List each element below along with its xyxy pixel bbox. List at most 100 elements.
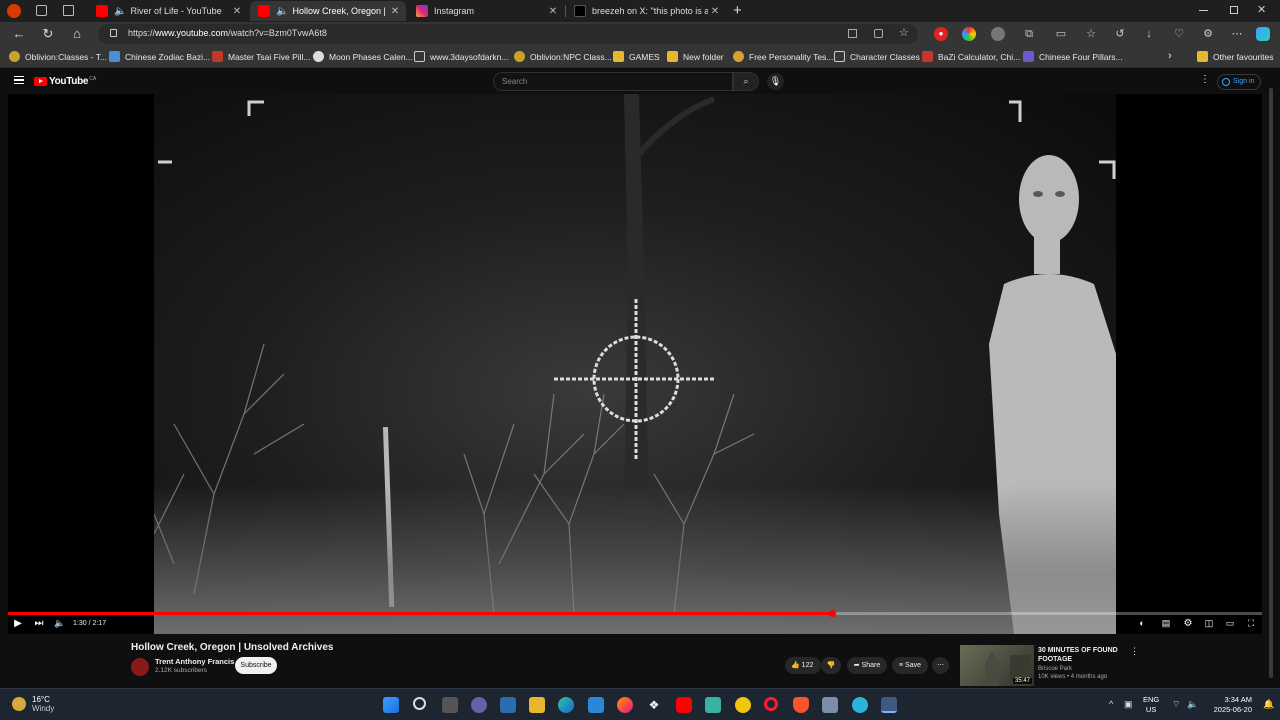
minimize-icon[interactable] (1199, 10, 1208, 11)
volume-icon[interactable]: 🔈 (53, 618, 67, 629)
miniplayer-icon[interactable]: ◫ (1202, 618, 1216, 629)
read-aloud-icon[interactable] (874, 29, 883, 38)
split-screen-icon[interactable]: ▭ (1054, 27, 1068, 41)
search-icon[interactable] (413, 697, 426, 710)
extension-grey-icon[interactable] (991, 27, 1005, 41)
sign-in-button[interactable]: Sign in (1217, 74, 1262, 90)
voice-search-mic-icon[interactable]: 🎙 (767, 73, 784, 90)
start-windows-icon[interactable] (383, 697, 399, 713)
bookmark-four-pillars[interactable]: Chinese Four Pillars... (1023, 51, 1123, 62)
downloads-icon[interactable]: ↓ (1142, 27, 1156, 41)
brave-browser-icon[interactable] (793, 697, 809, 713)
extensions-puzzle-icon[interactable]: ⧉ (1022, 27, 1036, 41)
opera-browser-icon[interactable] (764, 697, 778, 711)
recommended-more-icon[interactable]: ⋮ (1130, 646, 1139, 657)
app-available-icon[interactable] (848, 29, 857, 38)
speaker-icon[interactable]: 🔈 (276, 6, 288, 17)
workspaces-icon[interactable] (36, 5, 47, 16)
restore-icon[interactable] (1230, 6, 1238, 14)
clock[interactable]: 3:34 AM 2025-06-20 (1208, 695, 1252, 715)
chat-app-icon[interactable] (471, 697, 487, 713)
close-tab-icon[interactable]: ✕ (388, 6, 402, 17)
extension-icon[interactable]: ⚙ (1201, 27, 1215, 41)
share-button[interactable]: ➦ Share (847, 657, 887, 674)
chromium-browser-icon[interactable] (735, 697, 751, 713)
lock-icon[interactable] (110, 29, 117, 37)
channel-name[interactable]: Trent Anthony Francis (155, 657, 234, 666)
extension-pinwheel-icon[interactable] (962, 27, 976, 41)
address-bar[interactable]: https://www.youtube.com/watch?v=Bzm0TvwA… (98, 24, 918, 44)
document-app-icon[interactable] (822, 697, 838, 713)
progress-bar[interactable] (8, 610, 1262, 617)
performance-icon[interactable]: ♡ (1172, 27, 1186, 41)
task-view-icon[interactable] (442, 697, 458, 713)
bookmark-master-tsai[interactable]: Master Tsai Five Pill... (212, 51, 311, 62)
firefox-icon[interactable] (617, 697, 633, 713)
notepad-icon[interactable] (705, 697, 721, 713)
play-icon[interactable]: ▶ (11, 618, 25, 629)
settings-gear-icon[interactable]: ⚙ (1181, 618, 1195, 629)
settings-more-icon[interactable]: ⋯ (1230, 27, 1244, 41)
like-button[interactable]: 👍 122 (785, 657, 821, 674)
extension-red-icon[interactable]: ● (934, 27, 948, 41)
edge-browser-icon[interactable] (558, 697, 574, 713)
browser-menu-icon[interactable] (7, 4, 21, 18)
progress-scrubber[interactable] (828, 610, 836, 617)
tray-overflow-chevron-icon[interactable]: ^ (1109, 699, 1113, 709)
subtitles-icon[interactable]: ▤ (1159, 618, 1173, 629)
recommended-title[interactable]: 30 MINUTES OF FOUND FOOTAGE (1038, 646, 1128, 664)
new-tab-button[interactable]: + (733, 2, 742, 19)
tab-river-of-life[interactable]: 🔈 River of Life - YouTube ✕ (88, 1, 248, 21)
search-input[interactable]: Search (493, 72, 733, 91)
search-button[interactable]: ⌕ (733, 72, 759, 91)
bookmark-chinese-zodiac[interactable]: Chinese Zodiac Bazi... (109, 51, 210, 62)
next-video-icon[interactable]: ⏭ (32, 618, 46, 629)
wifi-icon[interactable]: ⌔ (1172, 699, 1180, 710)
tray-app-icon[interactable]: ▣ (1124, 699, 1133, 710)
bookmark-character-classes[interactable]: Character Classes (834, 51, 920, 62)
bookmark-folder-new[interactable]: New folder (667, 51, 724, 62)
tab-breezeh-x[interactable]: breezeh on X: "this photo is actually ✕ (566, 1, 726, 21)
save-button[interactable]: ≡ Save (892, 657, 928, 674)
bookmark-oblivion-npc[interactable]: Oblivion:NPC Class... (514, 51, 612, 62)
youtube-logo[interactable]: YouTube CA (34, 76, 96, 87)
close-tab-icon[interactable]: ✕ (708, 6, 722, 17)
speaker-icon[interactable]: 🔈 (1187, 699, 1198, 710)
close-tab-icon[interactable]: ✕ (230, 6, 244, 17)
history-icon[interactable]: ↺ (1113, 27, 1127, 41)
recommended-thumbnail[interactable]: 35:47 (960, 645, 1034, 686)
more-actions-button[interactable]: ⋯ (932, 657, 949, 674)
bookmarks-overflow-chevron-icon[interactable]: › (1168, 50, 1172, 62)
tab-instagram[interactable]: Instagram ✕ (408, 1, 564, 21)
tab-actions-icon[interactable] (63, 5, 74, 16)
tab-hollow-creek[interactable]: 🔈 Hollow Creek, Oregon | Unsolved Archiv… (250, 1, 406, 21)
favorite-star-icon[interactable]: ☆ (899, 26, 909, 39)
back-icon[interactable]: ← (11, 26, 27, 42)
bookmark-folder-games[interactable]: GAMES (613, 51, 660, 62)
fullscreen-icon[interactable]: ⛶ (1244, 618, 1258, 629)
copilot-icon[interactable] (1256, 27, 1270, 41)
dropbox-icon[interactable]: ❖ (646, 697, 662, 713)
media-player-icon[interactable] (500, 697, 516, 713)
video-player[interactable]: ▶ ⏭ 🔈 1:30 / 2:17 ◐ ▤ ⚙ ◫ ▭ ⛶ (8, 94, 1262, 634)
microsoft-store-icon[interactable] (588, 697, 604, 713)
bookmark-personality-test[interactable]: Free Personality Tes... (733, 51, 833, 62)
recommended-channel[interactable]: Briscoe Park (1038, 666, 1072, 672)
bookmark-bazi-calculator[interactable]: BaZi Calculator, Chi... (922, 51, 1020, 62)
close-window-icon[interactable]: ✕ (1257, 3, 1266, 16)
favorites-icon[interactable]: ☆ (1084, 27, 1098, 41)
bookmark-3daysofdarkness[interactable]: www.3daysofdarkn... (414, 51, 508, 62)
home-icon[interactable]: ⌂ (69, 26, 85, 42)
weather-widget[interactable]: 16°C Windy (12, 695, 54, 713)
snipping-tool-icon[interactable] (881, 697, 897, 713)
more-options-icon[interactable]: ⋮ (1200, 74, 1210, 85)
network-app-icon[interactable] (852, 697, 868, 713)
subscribe-button[interactable]: Subscribe (235, 657, 277, 674)
dislike-button[interactable]: 👎 (821, 657, 841, 674)
refresh-icon[interactable]: ↻ (40, 26, 56, 42)
youtube-app-icon[interactable] (676, 697, 692, 713)
channel-avatar[interactable] (131, 658, 149, 676)
hamburger-menu-icon[interactable] (14, 76, 24, 84)
bookmark-other-favourites[interactable]: Other favourites (1197, 51, 1273, 62)
autoplay-toggle-icon[interactable]: ◐ (1135, 618, 1149, 628)
